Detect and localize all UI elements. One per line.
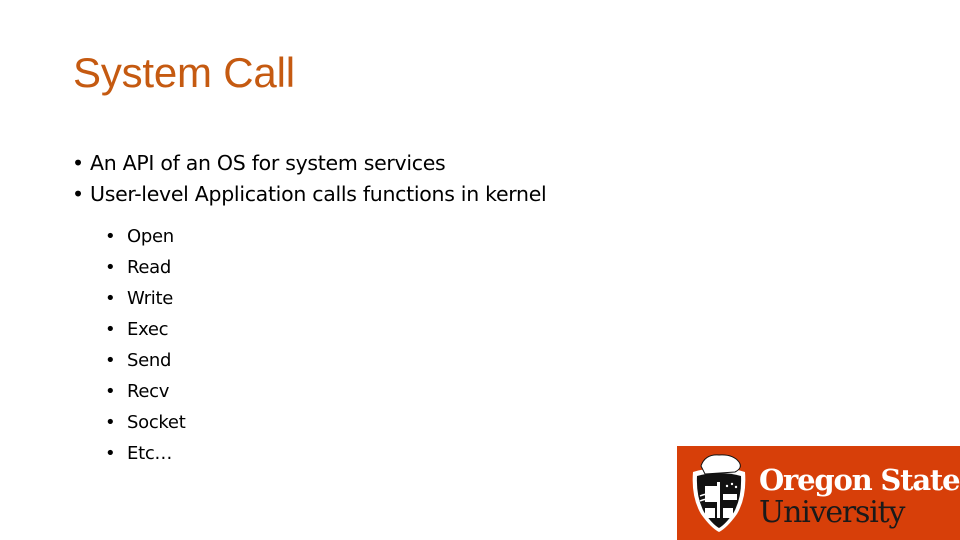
bullet-dot: •: [105, 319, 116, 340]
bullet-text: User-level Application calls functions i…: [90, 182, 547, 206]
sub-bullet-item: • Read: [105, 252, 185, 283]
bullet-dot: •: [105, 412, 116, 433]
sub-bullet-item: • Etc…: [105, 438, 185, 469]
bullet-dot: •: [105, 226, 116, 247]
sub-bullet-list: • Open • Read • Write • Exec • Send • Recv • So…: [105, 221, 186, 469]
sub-bullet-text: Read: [127, 257, 172, 278]
bullet-item: • User-level Application calls functions …: [72, 179, 547, 210]
sub-bullet-item: • Exec: [105, 314, 185, 345]
sub-bullet-item: • Write: [105, 283, 185, 314]
bullet-dot: •: [105, 257, 116, 278]
bullet-dot: •: [72, 151, 84, 175]
bullet-text: An API of an OS for system services: [90, 151, 446, 175]
bullet-dot: •: [72, 182, 84, 206]
sub-bullet-item: • Open: [105, 221, 185, 252]
bullet-list: • An API of an OS for system services • Us…: [72, 148, 547, 210]
bullet-dot: •: [105, 350, 116, 371]
bullet-dot: •: [105, 443, 116, 464]
bullet-dot: •: [105, 288, 116, 309]
bullet-item: • An API of an OS for system services: [72, 148, 546, 179]
sub-bullet-text: Etc…: [127, 443, 173, 464]
slide-title: System Call: [73, 49, 295, 96]
sub-bullet-text: Write: [127, 288, 174, 309]
sub-bullet-text: Socket: [127, 412, 186, 433]
sub-bullet-text: Send: [127, 350, 172, 371]
osu-beaver-shield-icon: [692, 454, 746, 532]
sub-bullet-item: • Socket: [105, 407, 186, 438]
osu-logo: Oregon State University: [677, 446, 960, 540]
bullet-dot: •: [105, 381, 116, 402]
logo-line1: Oregon State: [759, 463, 960, 497]
sub-bullet-text: Exec: [127, 319, 169, 340]
sub-bullet-text: Recv: [127, 381, 170, 402]
sub-bullet-item: • Recv: [105, 376, 185, 407]
logo-line2: University: [759, 495, 905, 530]
sub-bullet-item: • Send: [105, 345, 185, 376]
sub-bullet-text: Open: [127, 226, 174, 247]
